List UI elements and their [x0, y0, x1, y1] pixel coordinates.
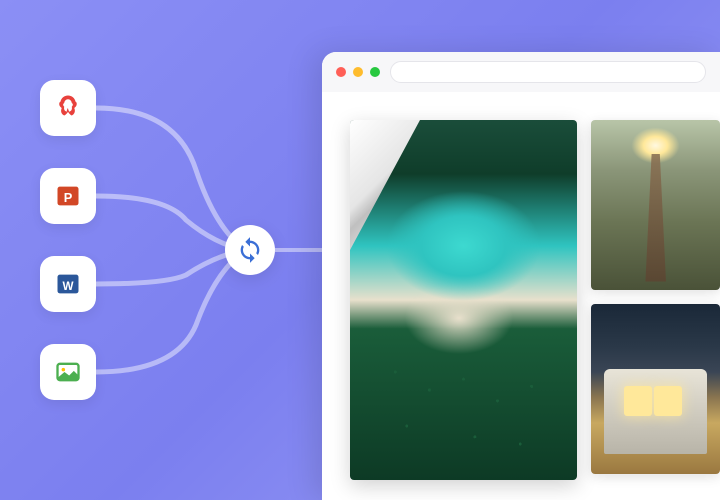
address-bar[interactable]: [390, 61, 706, 83]
svg-text:W: W: [62, 280, 73, 293]
window-controls: [336, 67, 380, 77]
connector-lines: [96, 80, 246, 420]
minimize-icon[interactable]: [353, 67, 363, 77]
file-type-list: P W: [40, 80, 96, 400]
word-file-icon: W: [40, 256, 96, 312]
powerpoint-icon: P: [54, 182, 82, 210]
image-icon: [54, 358, 82, 386]
flipbook-preview[interactable]: [350, 120, 577, 480]
maximize-icon[interactable]: [370, 67, 380, 77]
convert-icon: [236, 236, 264, 264]
pdf-file-icon: [40, 80, 96, 136]
browser-content: [322, 92, 720, 500]
hub-connector-line: [275, 248, 325, 252]
close-icon[interactable]: [336, 67, 346, 77]
pdf-icon: [53, 93, 83, 123]
word-icon: W: [54, 270, 82, 298]
thumbnail-list: [591, 120, 720, 500]
image-file-icon: [40, 344, 96, 400]
thumbnail-bridge[interactable]: [591, 120, 720, 290]
browser-window: [322, 52, 720, 500]
browser-titlebar: [322, 52, 720, 92]
convert-hub: [225, 225, 275, 275]
thumbnail-camper[interactable]: [591, 304, 720, 474]
svg-text:P: P: [64, 190, 73, 205]
powerpoint-file-icon: P: [40, 168, 96, 224]
